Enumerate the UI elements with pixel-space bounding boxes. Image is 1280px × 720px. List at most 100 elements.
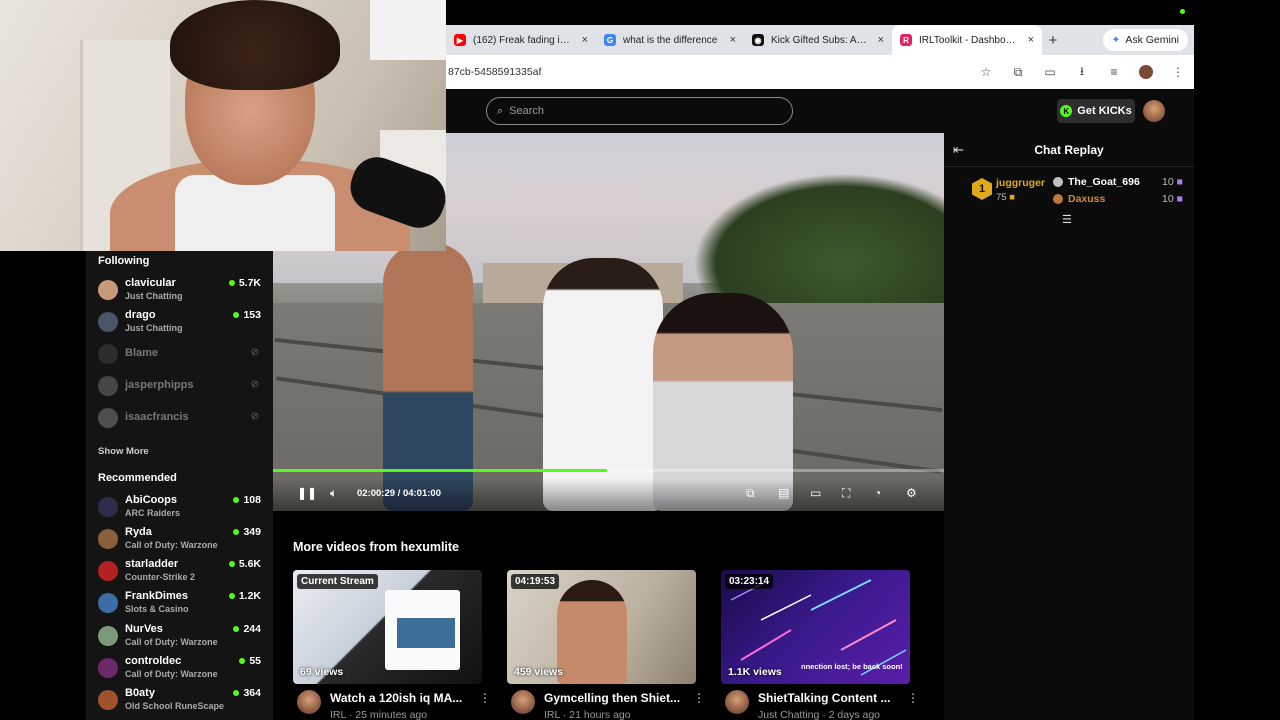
get-kicks-button[interactable]: K Get KICKs bbox=[1057, 99, 1135, 123]
sidebar-item-controldec[interactable]: controldec Call of Duty: Warzone 55 bbox=[98, 655, 263, 683]
channel-name: Ryda bbox=[125, 526, 152, 538]
avatar bbox=[98, 658, 118, 678]
extensions-icon[interactable]: ⧉ bbox=[1002, 65, 1034, 80]
playback-speed-icon[interactable]: ◔ bbox=[874, 486, 881, 500]
tab-title: IRLToolkit - Dashboard bbox=[919, 34, 1020, 46]
irltoolkit-icon: R bbox=[900, 34, 912, 46]
ask-gemini-button[interactable]: ✦ Ask Gemini bbox=[1102, 29, 1188, 51]
avatar[interactable] bbox=[725, 690, 749, 714]
top-gifter-name[interactable]: juggruger bbox=[996, 177, 1045, 189]
browser-tab[interactable]: ▶ (162) Freak fading into × bbox=[446, 25, 596, 55]
expand-leaderboard-icon[interactable]: ☰ bbox=[1062, 213, 1072, 226]
video-title[interactable]: Watch a 120ish iq MA... bbox=[330, 691, 480, 705]
channel-category: Call of Duty: Warzone bbox=[125, 669, 218, 679]
eye-off-icon: ⊘ bbox=[250, 347, 259, 358]
video-thumbnail[interactable]: nnection lost; be back soon! 03:23:14 1.… bbox=[721, 570, 910, 684]
theater-mode-icon[interactable]: ▭ bbox=[810, 486, 821, 500]
browser-tab[interactable]: ◉ Kick Gifted Subs: Apple × bbox=[744, 25, 892, 55]
viewer-count: 153 bbox=[233, 309, 261, 321]
gifter-row[interactable]: Daxuss 10 ■ bbox=[1053, 193, 1183, 207]
video-badge: 04:19:53 bbox=[511, 574, 560, 589]
profile-avatar[interactable] bbox=[1130, 65, 1162, 80]
webcam-background-fan bbox=[370, 0, 446, 60]
close-tab-icon[interactable]: × bbox=[730, 34, 736, 46]
video-card[interactable]: nnection lost; be back soon! 03:23:14 1.… bbox=[721, 570, 924, 720]
sidebar-item-nurves[interactable]: NurVes Call of Duty: Warzone 244 bbox=[98, 623, 263, 651]
gifter-row[interactable]: The_Goat_696 10 ■ bbox=[1053, 176, 1183, 190]
video-card[interactable]: 04:19:53 459 views Gymcelling then Shiet… bbox=[507, 570, 710, 720]
sidebar-item-jasperphipps[interactable]: jasperphipps ⊘ bbox=[98, 373, 263, 401]
url-field[interactable]: 87cb-5458591335af bbox=[446, 66, 970, 78]
channel-category: Old School RuneScape bbox=[125, 701, 225, 711]
sidebar-item-clavicular[interactable]: clavicular Just Chatting 5.7K bbox=[98, 277, 263, 305]
avatar bbox=[98, 376, 118, 396]
kick-icon: ◉ bbox=[752, 34, 764, 46]
kick-coin-icon: K bbox=[1060, 105, 1073, 117]
thumbnail-image bbox=[397, 618, 455, 648]
video-meta: Just Chatting · 2 days ago bbox=[758, 709, 881, 720]
close-tab-icon[interactable]: × bbox=[878, 34, 884, 46]
avatar bbox=[98, 312, 118, 332]
bookmark-star-icon[interactable]: ☆ bbox=[970, 65, 1002, 79]
video-menu-icon[interactable]: ⋮ bbox=[907, 691, 919, 705]
close-tab-icon[interactable]: × bbox=[582, 34, 588, 46]
live-dot-icon bbox=[228, 593, 235, 599]
sidebar-item-starladder[interactable]: starladder Counter-Strike 2 5.6K bbox=[98, 558, 263, 586]
duration: 04:01:00 bbox=[402, 488, 441, 499]
channel-category: Counter-Strike 2 bbox=[125, 572, 196, 582]
channel-category: ARC Raiders bbox=[125, 508, 181, 518]
sidebar-item-ryda[interactable]: Ryda Call of Duty: Warzone 349 bbox=[98, 526, 263, 554]
current-time: 02:00:29 bbox=[357, 488, 396, 499]
pause-icon[interactable]: ❚❚ bbox=[297, 486, 317, 500]
clip-icon[interactable]: ▤ bbox=[778, 486, 789, 500]
gift-icon: ■ bbox=[1009, 192, 1015, 203]
download-icon[interactable]: ⭳ bbox=[1066, 62, 1098, 83]
video-thumbnail[interactable]: 04:19:53 459 views bbox=[507, 570, 696, 684]
cast-icon[interactable]: ▭ bbox=[1034, 65, 1066, 79]
settings-gear-icon[interactable]: ⚙ bbox=[906, 486, 917, 500]
search-box[interactable]: ⌕ bbox=[486, 97, 793, 125]
video-card[interactable]: Current Stream 69 views Watch a 120ish i… bbox=[293, 570, 496, 720]
video-meta: IRL · 25 minutes ago bbox=[330, 709, 428, 720]
live-dot-icon bbox=[233, 312, 240, 318]
avatar[interactable] bbox=[511, 690, 535, 714]
video-menu-icon[interactable]: ⋮ bbox=[693, 691, 705, 705]
fullscreen-icon[interactable]: ⛶ bbox=[842, 486, 850, 501]
sidebar-item-blame[interactable]: Blame ⊘ bbox=[98, 341, 263, 369]
video-views: 459 views bbox=[514, 666, 564, 678]
left-sidebar: Following clavicular Just Chatting 5.7K … bbox=[86, 251, 273, 720]
avatar bbox=[98, 280, 118, 300]
rank-hex-icon bbox=[1053, 177, 1063, 187]
chat-replay-panel: ⇤ Chat Replay 1 juggruger 75 ■ The_Goat_… bbox=[944, 133, 1194, 720]
sidebar-item-drago[interactable]: drago Just Chatting 153 bbox=[98, 309, 263, 337]
video-title[interactable]: ShietTalking Content ... bbox=[758, 691, 908, 705]
channel-category: Call of Duty: Warzone bbox=[125, 540, 218, 550]
new-tab-button[interactable]: + bbox=[1042, 32, 1064, 49]
channel-name: starladder bbox=[125, 558, 179, 570]
browser-tab[interactable]: G what is the difference × bbox=[596, 25, 744, 55]
video-thumbnail[interactable]: Current Stream 69 views bbox=[293, 570, 482, 684]
avatar bbox=[98, 497, 118, 517]
user-avatar[interactable] bbox=[1143, 100, 1165, 122]
volume-icon[interactable]: 🔈︎ bbox=[330, 486, 337, 501]
media-controls-icon[interactable]: ≡ bbox=[1098, 65, 1130, 79]
avatar bbox=[98, 529, 118, 549]
seek-bar[interactable] bbox=[273, 469, 944, 472]
seek-bar-progress bbox=[273, 469, 608, 472]
sidebar-item-frankdimes[interactable]: FrankDimes Slots & Casino 1.2K bbox=[98, 590, 263, 618]
avatar[interactable] bbox=[297, 690, 321, 714]
sidebar-item-isaacfrancis[interactable]: isaacfrancis ⊘ bbox=[98, 405, 263, 433]
video-title[interactable]: Gymcelling then Shiet... bbox=[544, 691, 694, 705]
eye-off-icon: ⊘ bbox=[250, 379, 259, 390]
time-separator: / bbox=[397, 488, 401, 499]
search-input[interactable] bbox=[509, 105, 770, 117]
show-more-link[interactable]: Show More bbox=[98, 446, 149, 457]
video-menu-icon[interactable]: ⋮ bbox=[479, 691, 491, 705]
browser-tab-active[interactable]: R IRLToolkit - Dashboard × bbox=[892, 25, 1042, 55]
menu-dots-icon[interactable]: ⋮ bbox=[1162, 65, 1194, 79]
picture-in-picture-icon[interactable]: ⧉ bbox=[746, 486, 755, 501]
sidebar-item-abicoops[interactable]: AbiCoops ARC Raiders 108 bbox=[98, 494, 263, 522]
live-dot-icon bbox=[239, 658, 246, 664]
sidebar-item-b0aty[interactable]: B0aty Old School RuneScape 364 bbox=[98, 687, 263, 715]
close-tab-icon[interactable]: × bbox=[1028, 34, 1034, 46]
